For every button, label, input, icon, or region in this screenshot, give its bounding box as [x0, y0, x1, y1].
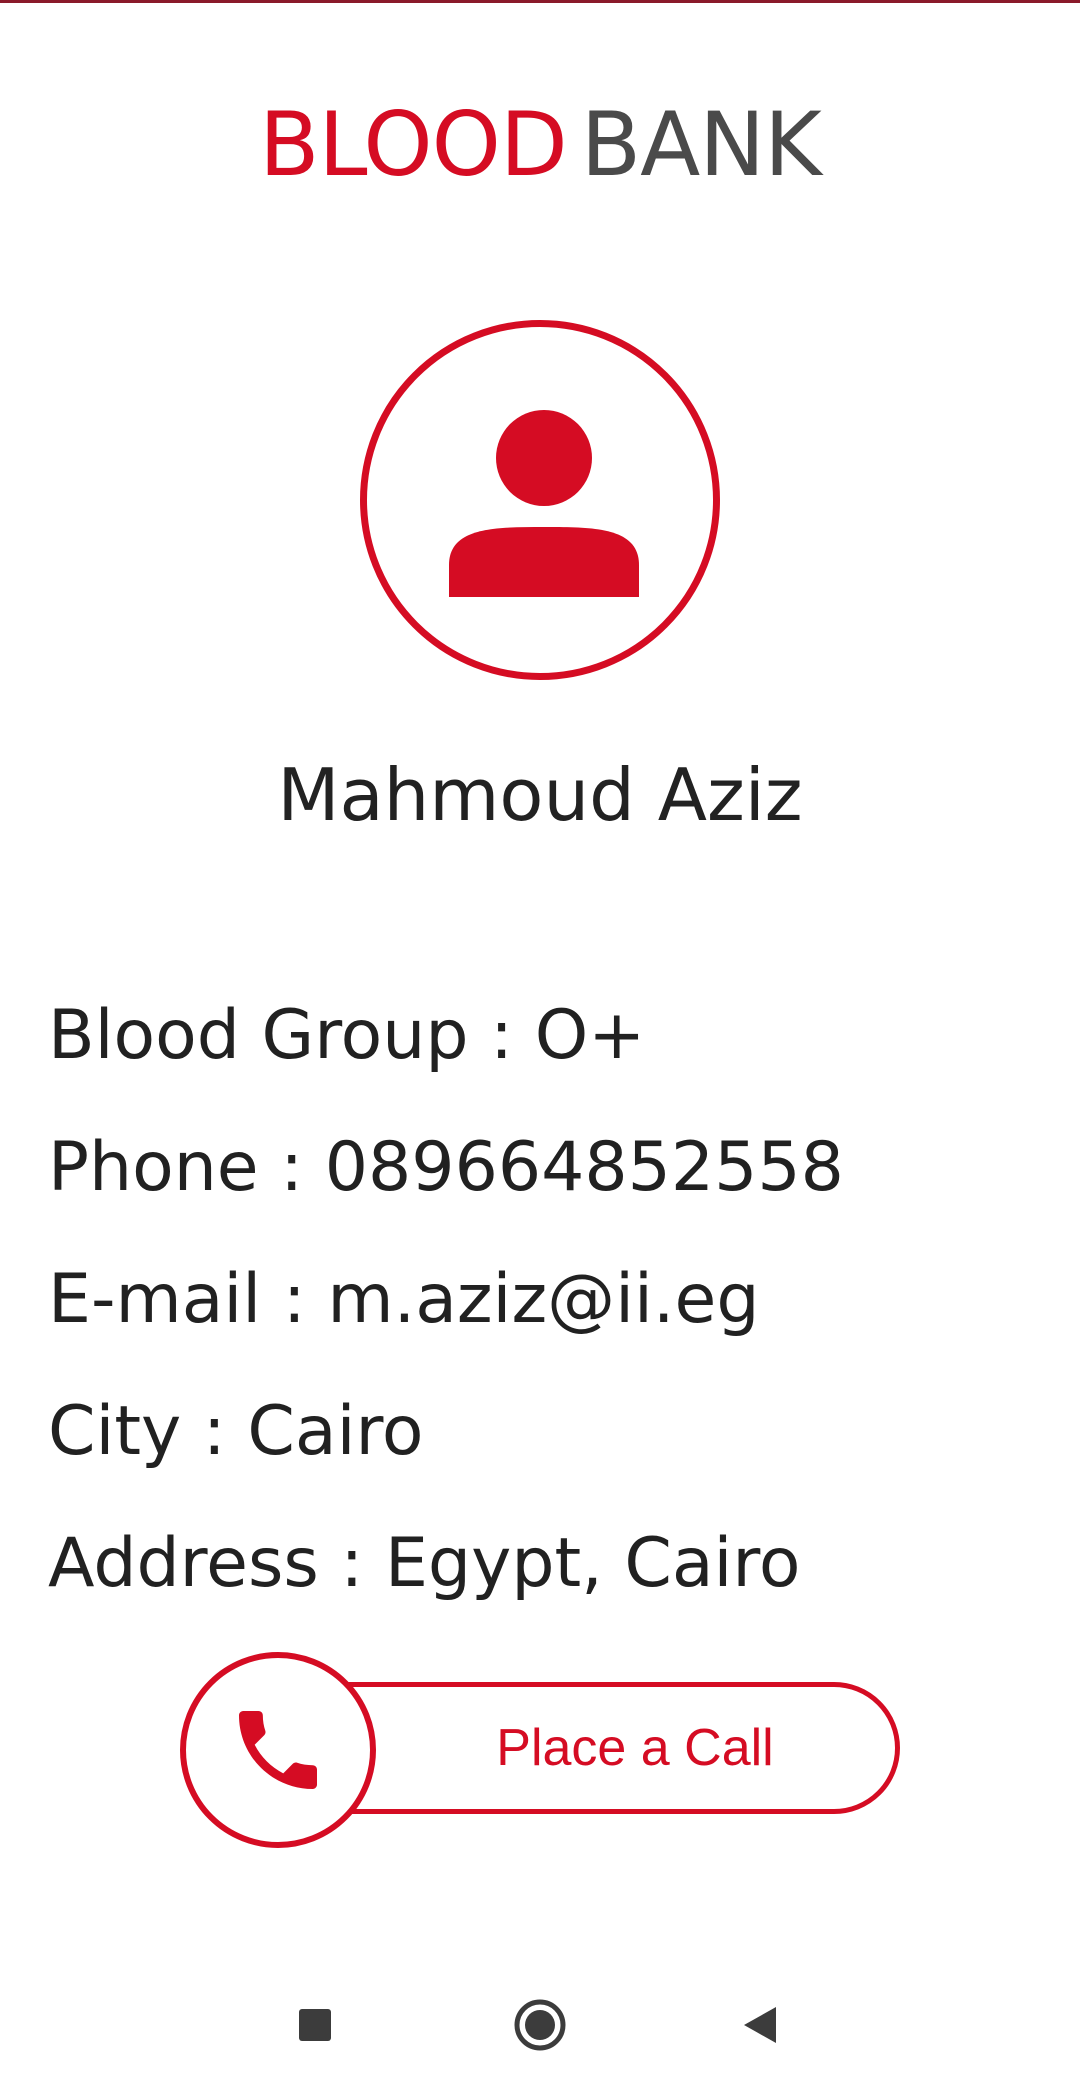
back-button[interactable]	[725, 1990, 795, 2060]
circle-icon	[514, 1999, 566, 2051]
system-nav-bar	[0, 1960, 1080, 2090]
app-logo: BLOOD BANK	[0, 90, 1080, 200]
logo-blood-text: BLOOD	[259, 93, 568, 196]
phone-row: Phone : 089664852558	[48, 1128, 844, 1207]
details-list: Blood Group : O+ Phone : 089664852558 E-…	[48, 970, 1048, 1630]
address-row: Address : Egypt, Cairo	[48, 1524, 801, 1603]
place-call-label: Place a Call	[496, 1719, 774, 1777]
top-divider	[0, 0, 1080, 3]
logo-bank-text: BANK	[580, 93, 822, 196]
avatar	[360, 320, 720, 680]
home-button[interactable]	[505, 1990, 575, 2060]
call-icon-circle[interactable]	[180, 1652, 376, 1848]
person-icon	[449, 410, 639, 597]
city-row: City : Cairo	[48, 1392, 424, 1471]
blood-group-row: Blood Group : O+	[48, 996, 646, 1075]
phone-icon	[239, 1711, 317, 1789]
place-call-button[interactable]: Place a Call	[180, 1652, 900, 1848]
profile-name: Mahmoud Aziz	[277, 753, 803, 837]
triangle-back-icon	[744, 2007, 776, 2043]
email-row: E-mail : m.aziz@ii.eg	[48, 1260, 760, 1339]
square-icon	[299, 2009, 331, 2041]
recents-button[interactable]	[280, 1990, 350, 2060]
